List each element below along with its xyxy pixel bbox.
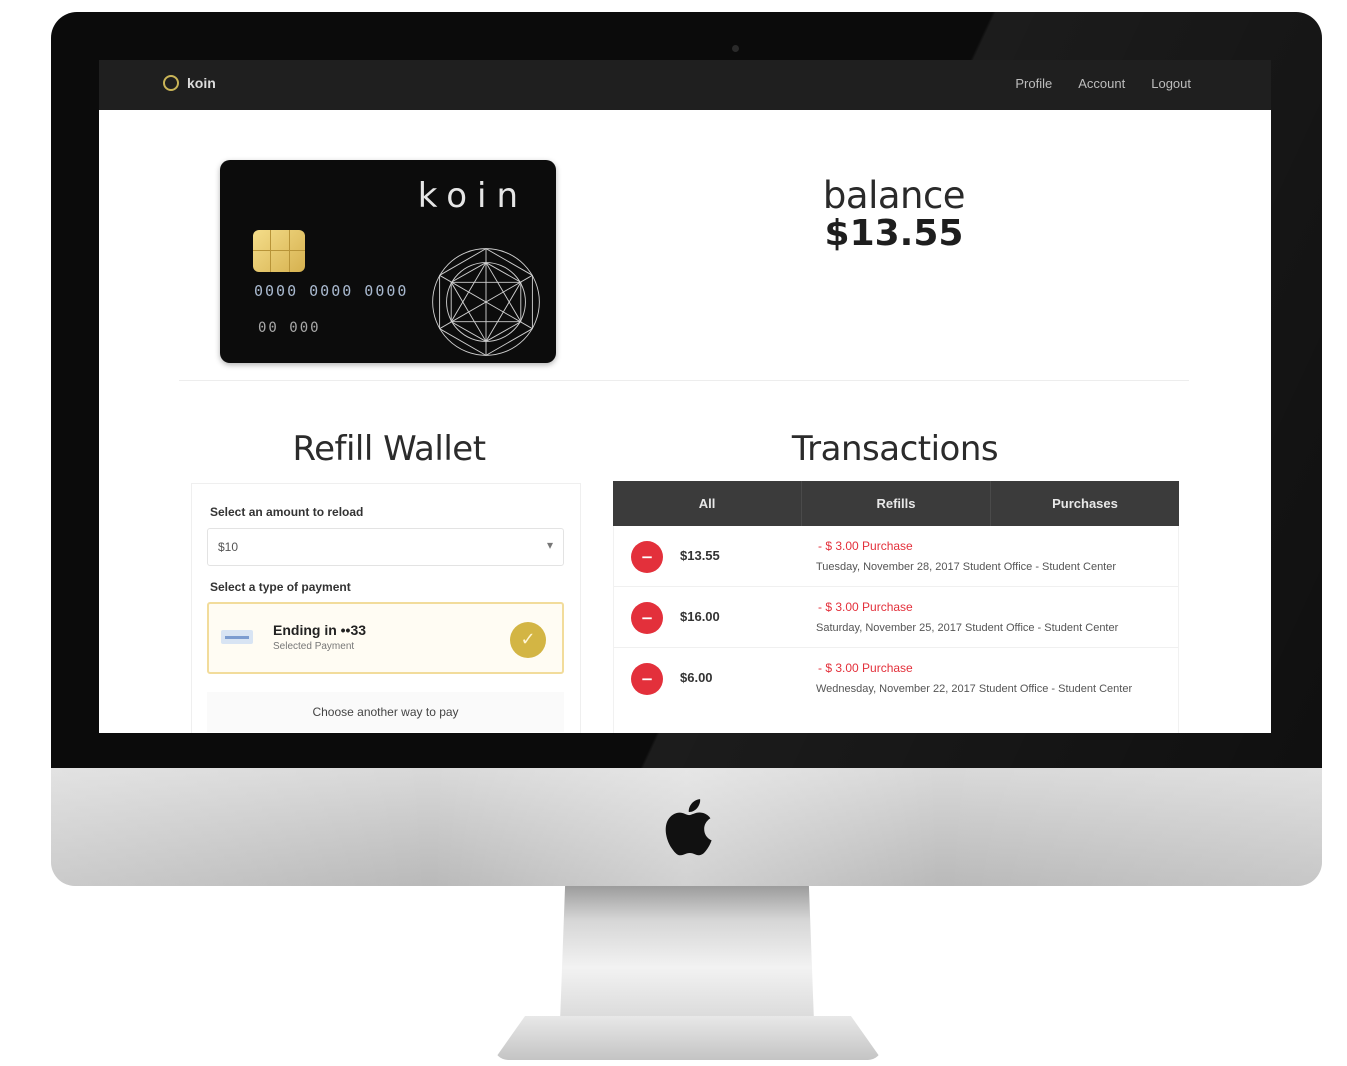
app-screen: koin Profile Account Logout koin 0000 00…: [99, 60, 1271, 733]
transaction-title: - $ 3.00 Purchase: [818, 539, 913, 553]
transaction-list: − $13.55 - $ 3.00 Purchase Tuesday, Nove…: [613, 526, 1179, 733]
payment-option-selected[interactable]: Ending in ••33 Selected Payment ✓: [207, 602, 564, 674]
transactions-title: Transactions: [791, 429, 999, 469]
balance-label: balance: [822, 174, 966, 217]
apple-logo-icon: [665, 799, 712, 856]
wallet-card: koin 0000 0000 0000 00 000: [220, 160, 556, 363]
tab-all[interactable]: All: [613, 481, 801, 526]
koin-logo-icon: [163, 75, 179, 91]
nav-links: Profile Account Logout: [1015, 76, 1191, 91]
brand[interactable]: koin: [163, 75, 216, 91]
minus-circle-icon: −: [631, 541, 663, 573]
geometric-emblem-icon: [432, 248, 540, 356]
amount-select-value: $10: [218, 540, 239, 554]
card-date: 00 000: [258, 320, 321, 336]
section-divider: [179, 380, 1189, 381]
payment-title: Ending in ••33: [273, 622, 367, 638]
check-icon: ✓: [510, 622, 546, 658]
transaction-title: - $ 3.00 Purchase: [818, 661, 913, 675]
choose-another-payment-link[interactable]: Choose another way to pay: [207, 692, 564, 732]
chevron-down-icon: ▾: [546, 538, 553, 552]
minus-circle-icon: −: [631, 602, 663, 634]
card-logo-icon: [221, 630, 253, 644]
amount-label: Select an amount to reload: [210, 505, 364, 519]
transaction-detail: Wednesday, November 22, 2017 Student Off…: [816, 683, 1133, 695]
camera-icon: [732, 45, 739, 52]
amount-select[interactable]: $10 ▾: [207, 528, 564, 566]
nav-link-profile[interactable]: Profile: [1015, 76, 1052, 91]
top-navbar: koin Profile Account Logout: [99, 60, 1271, 110]
nav-link-logout[interactable]: Logout: [1151, 76, 1191, 91]
balance-block: balance $13.55: [759, 174, 1029, 254]
transaction-tabs: All Refills Purchases: [613, 481, 1179, 526]
transaction-row[interactable]: − $6.00 - $ 3.00 Purchase Wednesday, Nov…: [614, 648, 1178, 728]
transaction-balance: $16.00: [680, 609, 720, 624]
brand-name: koin: [187, 75, 216, 91]
transaction-balance: $13.55: [680, 548, 720, 563]
transaction-row[interactable]: − $16.00 - $ 3.00 Purchase Saturday, Nov…: [614, 587, 1178, 648]
transaction-balance: $6.00: [680, 670, 713, 685]
minus-circle-icon: −: [631, 663, 663, 695]
card-number: 0000 0000 0000: [254, 282, 409, 300]
transaction-detail: Tuesday, November 28, 2017 Student Offic…: [816, 561, 1117, 573]
chip-icon: [253, 230, 305, 272]
transaction-title: - $ 3.00 Purchase: [818, 600, 913, 614]
nav-link-account[interactable]: Account: [1078, 76, 1125, 91]
tab-purchases[interactable]: Purchases: [990, 481, 1179, 526]
balance-value: $13.55: [824, 213, 964, 254]
tab-refills[interactable]: Refills: [801, 481, 990, 526]
refill-panel: Select an amount to reload $10 ▾ Select …: [191, 483, 581, 733]
payment-subtitle: Selected Payment: [273, 641, 355, 652]
transaction-row[interactable]: − $13.55 - $ 3.00 Purchase Tuesday, Nove…: [614, 526, 1178, 587]
card-brand: koin: [417, 176, 528, 216]
refill-wallet-title: Refill Wallet: [292, 429, 486, 469]
payment-type-label: Select a type of payment: [210, 580, 351, 594]
monitor-stand-base: [494, 1016, 882, 1060]
monitor-stand: [560, 886, 814, 1022]
transaction-detail: Saturday, November 25, 2017 Student Offi…: [816, 622, 1119, 634]
